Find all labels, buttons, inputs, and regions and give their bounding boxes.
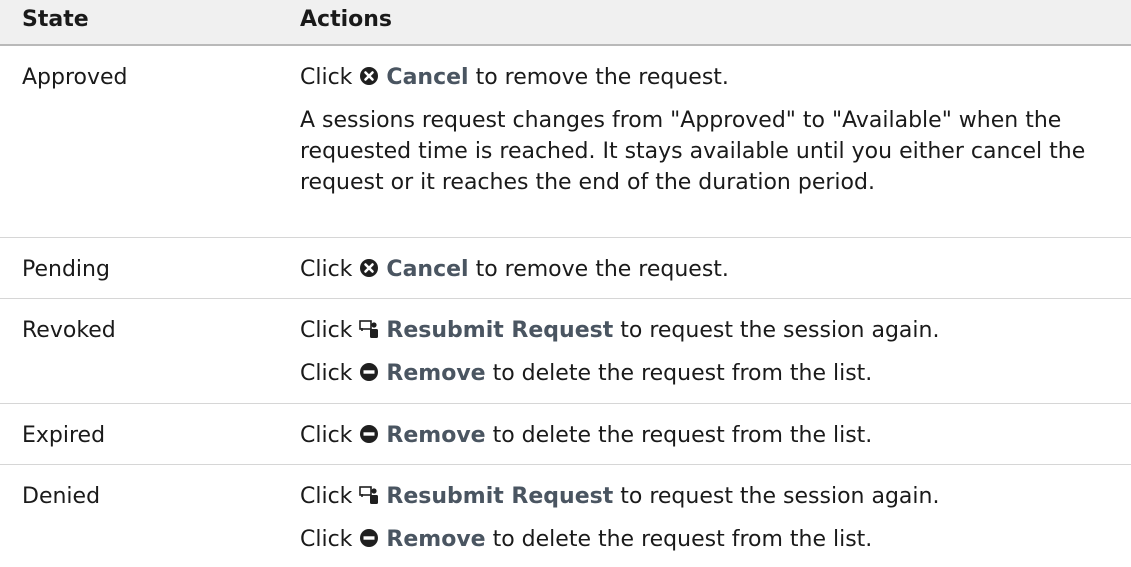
- row-state: Expired: [22, 423, 106, 448]
- row-actions: Click Cancel to remove the request.: [300, 238, 1100, 297]
- cancel-circle-x-icon: [359, 66, 379, 86]
- header-state: State: [22, 7, 89, 32]
- row-state: Pending: [22, 257, 110, 282]
- row-actions: Click Remove to delete the request from …: [300, 404, 1100, 463]
- remove-minus-circle-icon: [359, 362, 379, 382]
- table-row: Approved Click Cancel to remove the requ…: [0, 46, 1131, 238]
- action-line: Click Resubmit Request to request the se…: [300, 484, 940, 509]
- row-actions: Click Resubmit Request to request the se…: [300, 299, 1100, 401]
- table-header: State Actions: [0, 0, 1131, 46]
- row-state: Denied: [22, 484, 101, 509]
- remove-label: Remove: [386, 423, 486, 448]
- remove-minus-circle-icon: [359, 424, 379, 444]
- remove-label: Remove: [386, 361, 486, 386]
- row-state: Approved: [22, 65, 128, 90]
- row-actions: Click Cancel to remove the request. A se…: [300, 46, 1100, 210]
- resubmit-request-icon: [359, 319, 379, 339]
- state-actions-table: State Actions Approved Click Cancel to r…: [0, 0, 1131, 558]
- action-line: Click Remove to delete the request from …: [300, 423, 873, 448]
- header-actions: Actions: [300, 7, 392, 32]
- action-line: Click Cancel to remove the request.: [300, 257, 729, 282]
- table-row: Denied Click Resubmit Request to request…: [0, 465, 1131, 558]
- resubmit-request-label: Resubmit Request: [386, 484, 614, 509]
- cancel-circle-x-icon: [359, 258, 379, 278]
- row-actions: Click Resubmit Request to request the se…: [300, 465, 1100, 567]
- remove-minus-circle-icon: [359, 528, 379, 548]
- approved-note: A sessions request changes from "Approve…: [300, 108, 1086, 195]
- action-line: Click Remove to delete the request from …: [300, 527, 873, 552]
- table-row: Expired Click Remove to delete the reque…: [0, 404, 1131, 465]
- action-line: Click Cancel to remove the request.: [300, 65, 729, 90]
- cancel-label: Cancel: [386, 257, 469, 282]
- table-row: Pending Click Cancel to remove the reque…: [0, 238, 1131, 299]
- resubmit-request-label: Resubmit Request: [386, 318, 614, 343]
- table-row: Revoked Click Resubmit Request to reques…: [0, 299, 1131, 404]
- resubmit-request-icon: [359, 485, 379, 505]
- remove-label: Remove: [386, 527, 486, 552]
- action-line: Click Resubmit Request to request the se…: [300, 318, 940, 343]
- action-line: Click Remove to delete the request from …: [300, 361, 873, 386]
- row-state: Revoked: [22, 318, 116, 343]
- cancel-label: Cancel: [386, 65, 469, 90]
